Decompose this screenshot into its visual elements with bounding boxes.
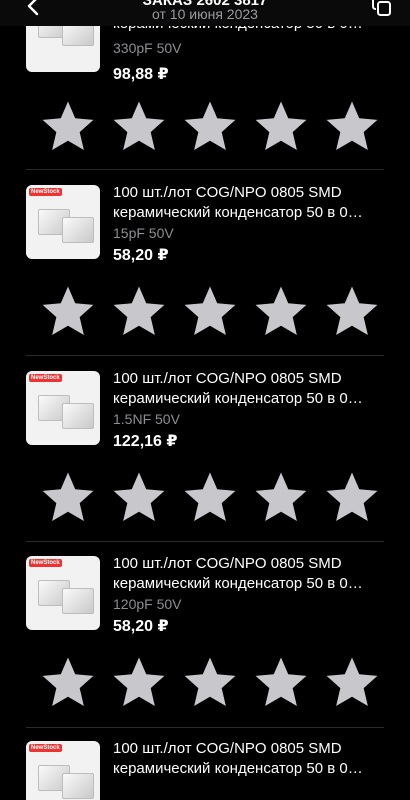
- product-thumbnail[interactable]: NewStock: [26, 741, 100, 800]
- rating-stars: [40, 469, 380, 525]
- star-icon[interactable]: [324, 98, 380, 154]
- product-name-line: керамический конденсатор 50 в 0…: [113, 204, 363, 221]
- rating-stars: [40, 98, 380, 154]
- star-icon[interactable]: [253, 98, 309, 154]
- product-price: 58,20 ₽: [113, 247, 169, 264]
- product-name-line: 100 шт./лот COG/NPO 0805 SMD: [113, 184, 342, 201]
- rating-stars: [40, 283, 380, 339]
- order-item[interactable]: NewStock 100 шт./лот COG/NPO 0805 SMD ке…: [0, 369, 410, 556]
- order-items-list: керамический конденсатор 50 в 0… 330pF 5…: [0, 0, 410, 800]
- star-icon[interactable]: [182, 98, 238, 154]
- star-icon[interactable]: [40, 469, 96, 525]
- divider: [26, 541, 384, 542]
- product-variant: 120pF 50V: [113, 596, 182, 612]
- product-name[interactable]: 100 шт./лот COG/NPO 0805 SMD керамически…: [113, 741, 393, 779]
- product-name-line: керамический конденсатор 50 в 0…: [113, 760, 363, 777]
- new-stock-badge: NewStock: [29, 559, 62, 567]
- divider: [26, 727, 384, 728]
- rating-stars: [40, 654, 380, 710]
- product-price: 122,16 ₽: [113, 433, 178, 450]
- order-item[interactable]: керамический конденсатор 50 в 0… 330pF 5…: [0, 0, 410, 185]
- product-name-line: 100 шт./лот COG/NPO 0805 SMD: [113, 370, 342, 387]
- star-icon[interactable]: [40, 283, 96, 339]
- star-icon[interactable]: [40, 98, 96, 154]
- product-variant: 15pF 50V: [113, 225, 174, 241]
- star-icon[interactable]: [324, 283, 380, 339]
- product-variant: 330pF 50V: [113, 40, 182, 56]
- navigation-bar: ЗАКАЗ 2602 3817 от 10 июня 2023: [0, 0, 410, 26]
- star-icon[interactable]: [111, 98, 167, 154]
- product-price: 58,20 ₽: [113, 618, 169, 635]
- order-date: от 10 июня 2023: [152, 6, 258, 22]
- star-icon[interactable]: [253, 283, 309, 339]
- order-item[interactable]: NewStock 100 шт./лот COG/NPO 0805 SMD ке…: [0, 183, 410, 370]
- new-stock-badge: NewStock: [29, 374, 62, 382]
- product-price: 98,88 ₽: [113, 66, 169, 83]
- product-name[interactable]: 100 шт./лот COG/NPO 0805 SMD керамически…: [113, 183, 393, 223]
- divider: [26, 355, 384, 356]
- copy-icon[interactable]: [370, 0, 394, 18]
- star-icon[interactable]: [253, 654, 309, 710]
- new-stock-badge: NewStock: [29, 188, 62, 196]
- product-variant: 1.5NF 50V: [113, 411, 180, 427]
- star-icon[interactable]: [253, 469, 309, 525]
- product-thumbnail[interactable]: NewStock: [26, 185, 100, 259]
- star-icon[interactable]: [324, 469, 380, 525]
- star-icon[interactable]: [111, 654, 167, 710]
- product-name-line: керамический конденсатор 50 в 0…: [113, 575, 363, 592]
- product-name-line: 100 шт./лот COG/NPO 0805 SMD: [113, 741, 342, 757]
- product-name-line: керамический конденсатор 50 в 0…: [113, 390, 363, 407]
- star-icon[interactable]: [182, 654, 238, 710]
- star-icon[interactable]: [182, 469, 238, 525]
- star-icon[interactable]: [40, 654, 96, 710]
- product-name-line: 100 шт./лот COG/NPO 0805 SMD: [113, 555, 342, 572]
- order-item[interactable]: NewStock 100 шт./лот COG/NPO 0805 SMD ке…: [0, 554, 410, 741]
- order-item[interactable]: NewStock 100 шт./лот COG/NPO 0805 SMD ке…: [0, 741, 410, 800]
- product-name[interactable]: 100 шт./лот COG/NPO 0805 SMD керамически…: [113, 369, 393, 409]
- product-name[interactable]: 100 шт./лот COG/NPO 0805 SMD керамически…: [113, 554, 393, 594]
- star-icon[interactable]: [324, 654, 380, 710]
- product-thumbnail[interactable]: NewStock: [26, 556, 100, 630]
- product-thumbnail[interactable]: NewStock: [26, 371, 100, 445]
- star-icon[interactable]: [111, 469, 167, 525]
- star-icon[interactable]: [111, 283, 167, 339]
- star-icon[interactable]: [182, 283, 238, 339]
- new-stock-badge: NewStock: [29, 744, 62, 752]
- divider: [26, 169, 384, 170]
